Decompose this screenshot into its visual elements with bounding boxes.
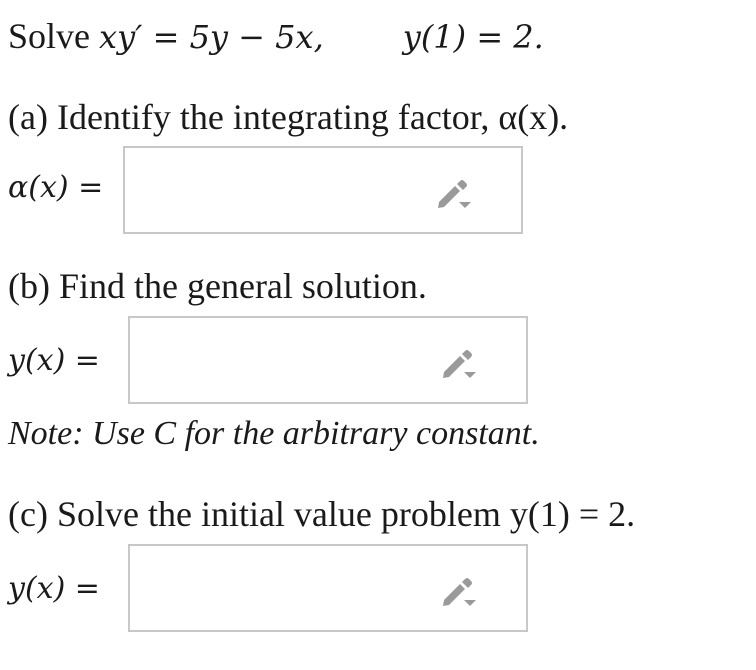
part-a-prompt: (a) Identify the integrating factor, α(x… bbox=[8, 97, 569, 137]
problem-equation: xy′ = 5y − 5x, bbox=[99, 18, 324, 56]
part-c-answer-row: y(x) = bbox=[8, 566, 126, 610]
part-b-answer-row: y(x) = bbox=[8, 338, 126, 382]
pencil-dropdown-icon[interactable] bbox=[433, 176, 473, 210]
part-b-prompt: (b) Find the general solution. bbox=[8, 266, 427, 306]
initial-condition: y(1) = 2. bbox=[402, 18, 544, 56]
part-a-answer-label: α(x) = bbox=[8, 169, 104, 205]
problem-prefix: Solve bbox=[8, 16, 91, 56]
part-b-answer-input[interactable] bbox=[128, 316, 528, 404]
pencil-dropdown-icon[interactable] bbox=[438, 574, 478, 608]
part-c-answer-input[interactable] bbox=[128, 544, 528, 632]
part-b-note: Note: Use C for the arbitrary constant. bbox=[8, 415, 540, 452]
part-a-answer-row: α(x) = bbox=[8, 165, 126, 209]
pencil-dropdown-icon[interactable] bbox=[438, 346, 478, 380]
part-a-answer-input[interactable] bbox=[123, 146, 523, 234]
problem-statement: Solve xy′ = 5y − 5x, y(1) = 2. bbox=[8, 14, 544, 59]
part-b-answer-label: y(x) = bbox=[8, 342, 100, 378]
part-c-answer-label: y(x) = bbox=[8, 570, 100, 606]
part-c-prompt: (c) Solve the initial value problem y(1)… bbox=[8, 494, 636, 534]
